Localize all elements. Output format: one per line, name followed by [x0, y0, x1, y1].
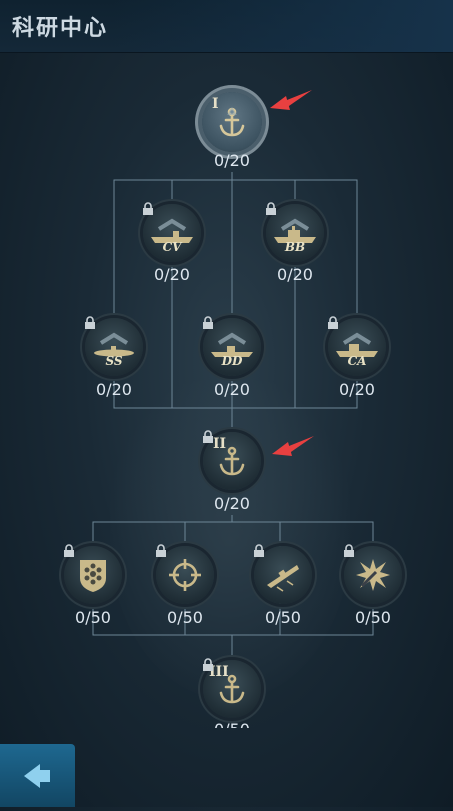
lock-icon [156, 544, 166, 557]
ship-class-code: CA [347, 354, 367, 368]
lock-icon [254, 544, 264, 557]
lock-icon [203, 430, 213, 443]
tier-1-progress: 0/20 [214, 151, 250, 170]
destroyer-progress: 0/20 [214, 380, 250, 399]
armor-progress: 0/50 [75, 608, 111, 627]
lock-icon [203, 658, 213, 671]
cruiser-progress: 0/20 [339, 380, 375, 399]
tutorial-arrow-icon [272, 436, 314, 456]
submarine-progress: 0/20 [96, 380, 132, 399]
accuracy-progress: 0/50 [167, 608, 203, 627]
ship-class-code: DD [221, 354, 243, 368]
ship-class-code: CV [162, 240, 182, 254]
lock-icon [143, 202, 153, 215]
lock-icon [85, 316, 95, 329]
firepower-progress: 0/50 [355, 608, 391, 627]
carrier-progress: 0/20 [154, 265, 190, 284]
tier-1-research-node[interactable]: I [202, 92, 262, 152]
lock-icon [344, 544, 354, 557]
anchor-icon [202, 92, 262, 152]
tier-2-progress: 0/20 [214, 494, 250, 513]
back-arrow-icon [24, 764, 50, 788]
lock-icon [266, 202, 276, 215]
ship-class-code: BB [284, 240, 306, 254]
lock-icon [203, 316, 213, 329]
tier-3-progress: 0/50 [192, 720, 272, 728]
tutorial-arrow-icon [270, 90, 312, 110]
lock-icon [64, 544, 74, 557]
ship-class-code: SS [105, 354, 123, 368]
torpedo-progress: 0/50 [265, 608, 301, 627]
back-button[interactable] [0, 744, 75, 807]
lock-icon [328, 316, 338, 329]
battleship-progress: 0/20 [277, 265, 313, 284]
